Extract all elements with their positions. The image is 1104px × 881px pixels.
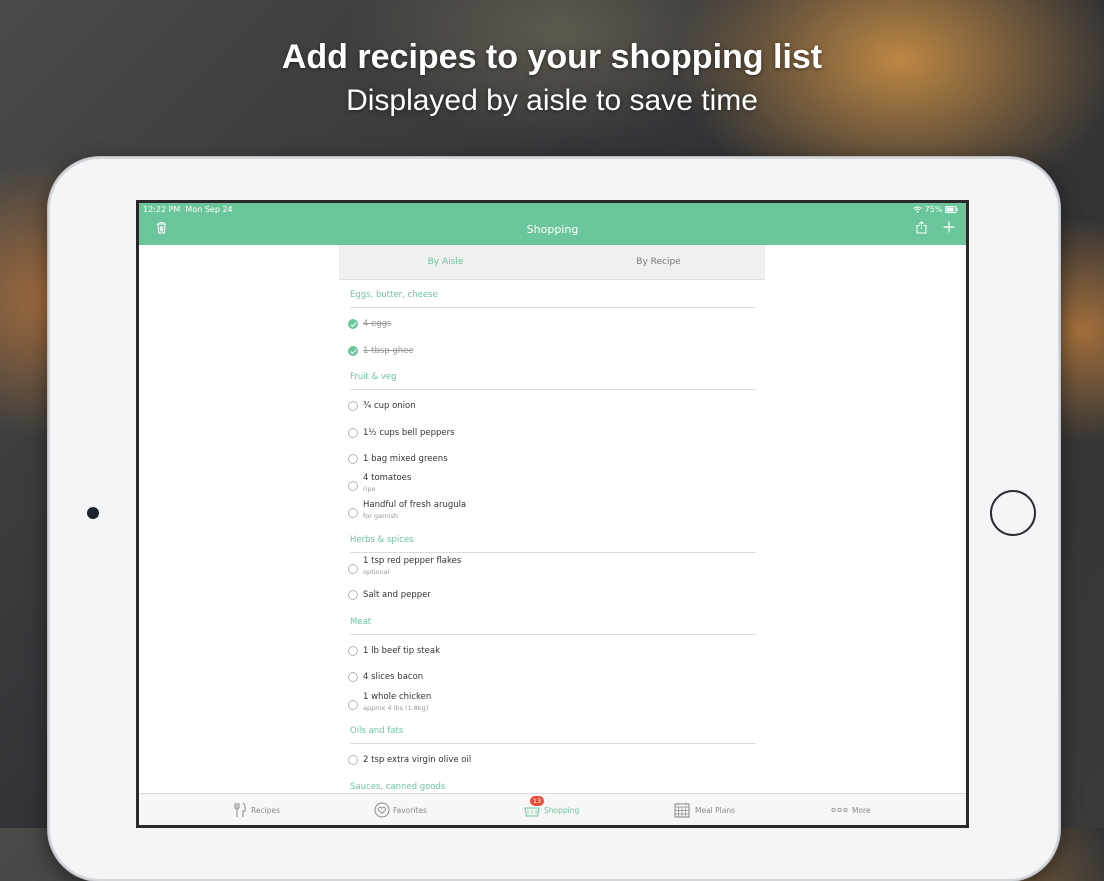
item-text: 1 tbsp ghee [363,346,414,356]
wifi-icon [913,206,922,213]
item-text: 4 tomatoes [363,473,412,483]
aisle-header-oils-fats: Oils and fats [350,726,756,744]
list-item[interactable]: 4 eggs [348,315,756,335]
checked-icon[interactable] [348,346,358,356]
fork-knife-icon [234,802,246,817]
list-item[interactable]: 4 tomatoes ripe [348,473,756,493]
battery-icon [945,206,958,213]
unchecked-icon[interactable] [348,454,358,464]
item-note: ripe [363,485,376,493]
unchecked-icon[interactable] [348,755,358,765]
tab-by-aisle[interactable]: By Aisle [339,257,552,267]
item-note: optional [363,568,390,576]
status-indicators: 75% [913,205,958,214]
navigation-bar: 12:22 PM Mon Sep 24 75% Shopping [139,203,966,245]
item-text: 1 bag mixed greens [363,454,448,464]
page-title: Shopping [526,223,579,236]
list-item[interactable]: 1 tbsp ghee [348,342,756,362]
list-item[interactable]: 1 tsp red pepper flakes optional [348,556,756,576]
item-text: Salt and pepper [363,590,431,600]
list-item[interactable]: 1½ cups bell peppers [348,425,756,445]
aisle-header-herbs-spices: Herbs & spices [350,535,756,553]
list-item[interactable]: 1 bag mixed greens [348,451,756,471]
status-date: Mon Sep 24 [185,205,233,214]
status-clock: 12:22 PM [143,205,181,214]
list-item[interactable]: 1 whole chicken approx 4 lbs (1.8kg) [348,692,756,712]
home-button[interactable] [990,490,1036,536]
tab-recipes-label: Recipes [251,806,280,815]
item-note: for garnish [363,512,399,520]
tab-favorites-label: Favorites [393,806,427,815]
unchecked-icon[interactable] [348,508,358,518]
marketing-headline: Add recipes to your shopping list [281,38,823,76]
tab-bar: Recipes Favorites 13 Shopping Meal Plans… [139,793,966,825]
marketing-subline: Displayed by aisle to save time [346,84,758,117]
item-text: 1 whole chicken [363,692,432,702]
ipad-screen: 12:22 PM Mon Sep 24 75% Shopping By Aisl… [136,200,969,828]
checked-icon[interactable] [348,319,358,329]
trash-icon[interactable] [156,221,167,234]
status-time: 12:22 PM Mon Sep 24 [143,205,233,214]
calendar-icon [674,802,690,818]
item-text: 1 tsp red pepper flakes [363,556,462,566]
shopping-count-badge: 13 [530,796,544,806]
aisle-header-fruit-veg: Fruit & veg [350,372,756,390]
heart-icon [374,802,390,818]
list-item[interactable]: 2 tsp extra virgin olive oil [348,752,756,772]
plus-icon[interactable] [943,221,955,233]
unchecked-icon[interactable] [348,481,358,491]
list-item[interactable]: 1 lb beef tip steak [348,643,756,663]
aisle-header-eggs: Eggs, butter, cheese [350,290,756,308]
aisle-header-meat: Meat [350,617,756,635]
list-item[interactable]: ¾ cup onion [348,398,756,418]
more-dots-icon [831,808,848,813]
item-text: 4 slices bacon [363,672,424,682]
tab-by-recipe[interactable]: By Recipe [552,257,765,267]
camera-dot [87,507,99,519]
item-text: Handful of fresh arugula [363,500,467,510]
unchecked-icon[interactable] [348,646,358,656]
view-segmented-control: By Aisle By Recipe [339,245,765,280]
unchecked-icon[interactable] [348,590,358,600]
app-screen: 12:22 PM Mon Sep 24 75% Shopping By Aisl… [139,203,966,825]
item-text: 4 eggs [363,319,392,329]
unchecked-icon[interactable] [348,401,358,411]
tab-shopping-label: Shopping [544,806,580,815]
tab-meal-plans-label: Meal Plans [695,806,736,815]
unchecked-icon[interactable] [348,672,358,682]
segment-active-indicator [429,236,462,238]
list-item[interactable]: Handful of fresh arugula for garnish [348,500,756,520]
item-text: 2 tsp extra virgin olive oil [363,755,472,765]
list-item[interactable]: 4 slices bacon [348,669,756,689]
list-item[interactable]: Salt and pepper [348,587,756,607]
item-text: 1½ cups bell peppers [363,428,455,438]
share-icon[interactable] [916,221,927,234]
tab-more-label: More [852,806,871,815]
unchecked-icon[interactable] [348,428,358,438]
unchecked-icon[interactable] [348,564,358,574]
item-note: approx 4 lbs (1.8kg) [363,704,429,712]
unchecked-icon[interactable] [348,700,358,710]
battery-percent: 75% [924,205,943,214]
item-text: 1 lb beef tip steak [363,646,441,656]
item-text: ¾ cup onion [363,401,416,411]
